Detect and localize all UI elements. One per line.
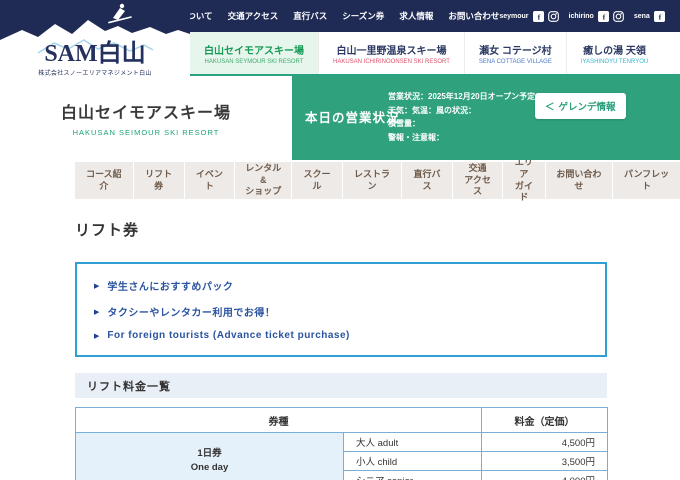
nav-item-access[interactable]: 交通 アクセス [452,162,503,199]
nav-item-area-guide[interactable]: エリア ガイド [503,157,545,202]
tab-sublabel: IYASHINOYU TENRYOU [580,58,649,65]
arrow-right-icon: ▶ [94,308,100,316]
link-label: For foreign tourists (Advance ticket pur… [107,330,350,341]
nav-item-rental-shop[interactable]: レンタル& ショップ [235,162,292,199]
facebook-icon[interactable]: f [597,10,609,22]
tab-tenryou[interactable]: 癒しの湯 天領 IYASHINOYU TENRYOU [565,32,662,74]
nav-item-restaurant[interactable]: レストラン [342,162,402,199]
quick-links-box: ▶ 学生さんにおすすめパック ▶ タクシーやレンタカー利用でお得！ ▶ For … [75,262,607,357]
column-header-ticket-type: 券種 [75,407,482,433]
age-category-cell: 大人 adult [343,432,482,452]
tab-label: 瀬女 コテージ村 [479,45,552,57]
table-row: 1日券 One day 大人 adult 4,500円 [75,432,608,480]
nav-item-courses[interactable]: コース紹介 [75,162,133,199]
svg-text:f: f [537,12,540,21]
status-panel: 本日の営業状況 営業状況：2025年12月20日オープン予定 天気：気温：風の状… [292,76,680,160]
top-nav: SAM白山について 交通アクセス 直行バス シーズン券 求人情報 お問い合わせ [143,10,499,22]
nav-item-lift-tickets[interactable]: リフト券 [133,162,184,199]
top-nav-bus[interactable]: 直行バス [293,10,327,22]
nav-item-direct-bus[interactable]: 直行バス [402,162,452,199]
tab-label: 癒しの湯 天領 [583,45,646,57]
top-nav-jobs[interactable]: 求人情報 [399,10,433,22]
resort-subtitle: HAKUSAN SEIMOUR SKI RESORT [72,128,220,137]
link-taxi-rentacar[interactable]: ▶ タクシーやレンタカー利用でお得！ [94,304,588,319]
section-heading-lift-prices: リフト料金一覧 [75,373,607,398]
lift-price-table: 券種 料金（定価） 1日券 One day 大人 adult 4,500円 小人… [75,407,608,480]
status-line-weather: 天気：気温：風の状況： [388,105,476,115]
sns-ichirino-label: ichirino [568,12,594,20]
top-nav-access[interactable]: 交通アクセス [228,10,279,22]
arrow-right-icon: ▶ [94,282,100,290]
tab-ichirino[interactable]: 白山一里野温泉スキー場 HAKUSAN ICHIRINOONSEN SKI RE… [318,32,464,74]
status-panel-title: 本日の営業状況 [305,111,400,125]
nav-item-school[interactable]: スクール [292,162,342,199]
link-label: タクシーやレンタカー利用でお得！ [107,308,276,319]
tab-label: 白山セイモアスキー場 [204,45,304,57]
main-nav: コース紹介 リフト券 イベント レンタル& ショップ スクール レストラン 直行… [0,157,680,202]
gelande-button-label: ゲレンデ情報 [558,102,616,113]
top-nav-contact[interactable]: お問い合わせ [448,10,499,22]
site-tabs: 白山セイモアスキー場 HAKUSAN SEYMOUR SKI RESORT 白山… [190,32,680,76]
tab-label: 白山一里野温泉スキー場 [336,45,447,57]
page-title: リフト券 [75,222,140,239]
price-cell: 4,000円 [481,470,608,480]
tab-seymour[interactable]: 白山セイモアスキー場 HAKUSAN SEYMOUR SKI RESORT [190,32,318,74]
link-label: 学生さんにおすすめパック [107,282,234,293]
instagram-icon[interactable] [547,10,559,22]
site-logo[interactable]: SAM白山 株式会社スノーエリアマネジメント白山 [0,0,190,80]
table-header-row: 券種 料金（定価） [75,407,608,433]
instagram-icon[interactable] [612,10,624,22]
nav-item-contact[interactable]: お問い合わせ [545,162,613,199]
ticket-group-one-day: 1日券 One day [75,432,344,480]
logo-title: SAM白山 [44,41,146,67]
tab-sena-cottage[interactable]: 瀬女 コテージ村 SENA COTTAGE VILLAGE [463,32,566,74]
sns-ichirino: ichirino f [568,10,624,22]
status-line-warning: 警報・注意報： [388,132,444,142]
nav-item-pamphlet[interactable]: パンフレット [613,162,680,199]
column-header-price: 料金（定価） [481,407,608,433]
sns-seymour-label: seymour [499,12,529,20]
status-line-snow: 積雪量： [388,119,420,128]
age-category-cell: 小人 child [343,451,482,471]
svg-text:f: f [658,12,661,21]
resort-title: 白山セイモアスキー場 [60,105,231,122]
facebook-icon[interactable]: f [532,10,544,22]
price-cell: 4,500円 [481,432,608,452]
arrow-right-icon: ▶ [94,332,100,340]
resort-title-block: 白山セイモアスキー場 HAKUSAN SEIMOUR SKI RESORT [0,76,292,160]
sns-seymour: seymour f [499,10,559,22]
tab-sublabel: HAKUSAN SEYMOUR SKI RESORT [204,58,304,65]
age-category-cell: シニア senior [343,470,482,480]
logo-text: SAM白山 株式会社スノーエリアマネジメント白山 [0,39,190,77]
gelande-info-button[interactable]: ＜ ゲレンデ情報 [535,93,626,119]
sns-sena: sena f [633,10,665,22]
sns-sena-label: sena [633,12,650,20]
status-details: 営業状況：2025年12月20日オープン予定 天気：気温：風の状況： 積雪量： … [388,90,535,144]
status-line-operation: 営業状況：2025年12月20日オープン予定 [388,92,536,101]
top-right-cluster: seymour f ichirino f sena f English 言語を選… [499,0,680,38]
price-cell: 3,500円 [481,451,608,471]
logo-subtitle: 株式会社スノーエリアマネジメント白山 [38,71,152,77]
tab-sublabel: HAKUSAN ICHIRINOONSEN SKI RESORT [333,58,450,65]
link-foreign-tourists[interactable]: ▶ For foreign tourists (Advance ticket p… [94,330,588,341]
link-student-pack[interactable]: ▶ 学生さんにおすすめパック [94,278,588,293]
chevron-left-icon: ＜ [545,102,555,113]
nav-item-events[interactable]: イベント [184,162,235,199]
svg-text:f: f [602,12,605,21]
tab-sublabel: SENA COTTAGE VILLAGE [478,58,552,65]
facebook-icon[interactable]: f [653,10,665,22]
top-nav-season-pass[interactable]: シーズン券 [342,10,384,22]
resort-header: 白山セイモアスキー場 HAKUSAN SEIMOUR SKI RESORT 本日… [0,76,680,160]
main-content: リフト券 ▶ 学生さんにおすすめパック ▶ タクシーやレンタカー利用でお得！ ▶… [75,219,608,480]
